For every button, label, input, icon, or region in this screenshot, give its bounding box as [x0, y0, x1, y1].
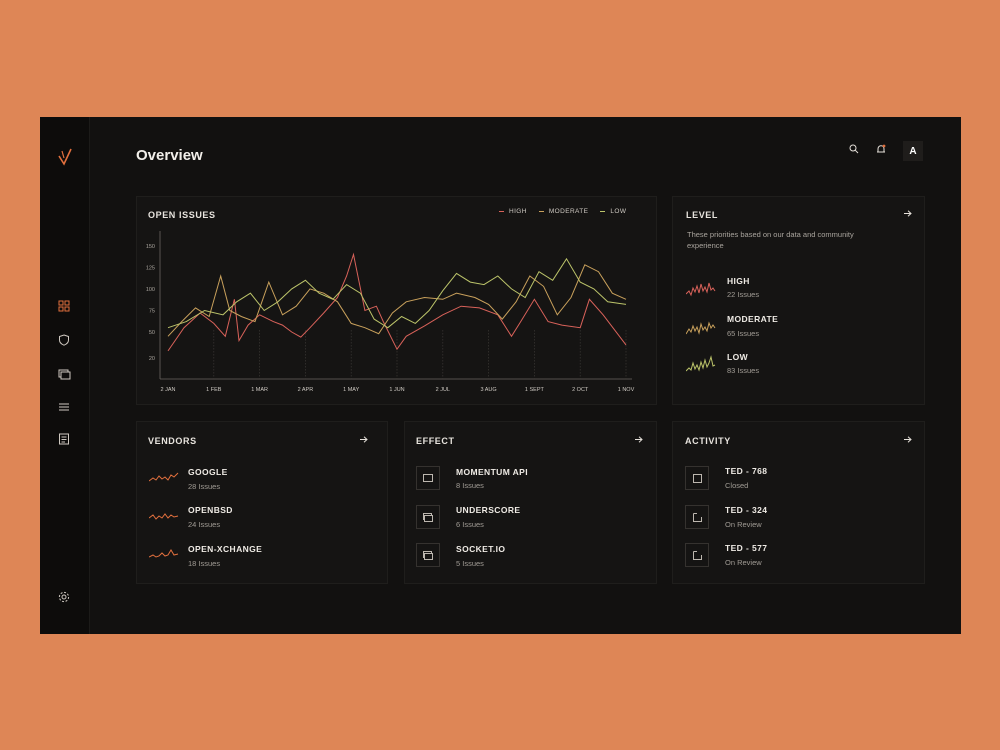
x-tick-label: 2 JAN — [161, 387, 176, 393]
open-issues-title: OPEN ISSUES — [148, 210, 216, 220]
level-low-count: 83 Issues — [727, 366, 760, 375]
search-icon[interactable] — [849, 144, 859, 154]
legend-item-high: HIGH — [499, 208, 527, 215]
activity-arrow-icon[interactable] — [903, 435, 912, 444]
level-title: LEVEL — [686, 210, 719, 220]
effect-title: EFFECT — [416, 436, 455, 446]
google-trend-icon — [149, 472, 179, 482]
x-tick-label: 1 NOV — [618, 387, 635, 393]
shield-icon[interactable] — [57, 333, 71, 347]
level-low-name: LOW — [727, 352, 749, 362]
page-title: Overview — [136, 147, 203, 164]
y-tick-label: 150 — [146, 244, 155, 250]
high-sparkline-icon — [686, 282, 716, 297]
document-icon[interactable] — [57, 432, 71, 446]
x-tick-label: 2 OCT — [572, 387, 589, 393]
x-tick-label: 1 JUN — [389, 387, 404, 393]
stack-icon — [416, 543, 440, 567]
effect-arrow-icon[interactable] — [634, 435, 643, 444]
level-high-name: HIGH — [727, 276, 750, 286]
sidebar — [40, 117, 90, 634]
legend-item-moderate: MODERATE — [538, 208, 589, 215]
open-issues-chart: 20 50 75 100 125 150 2 JAN 1 FEB 1 MAR 2 APR 1 MAY… — [146, 231, 635, 393]
y-tick-label: 20 — [149, 356, 155, 362]
vendor-google-name[interactable]: GOOGLE — [188, 467, 228, 477]
bell-icon[interactable] — [876, 144, 886, 155]
activity-ted-324-name[interactable]: TED - 324 — [725, 505, 767, 515]
x-tick-label: 2 JUL — [436, 387, 450, 393]
activity-ted-577-status: On Review — [725, 558, 762, 567]
vendor-open-xchange-count: 18 Issues — [188, 559, 221, 568]
x-tick-label: 3 AUG — [480, 387, 496, 393]
x-tick-label: 1 SEPT — [525, 387, 545, 393]
avatar[interactable]: A — [903, 141, 923, 161]
low-sparkline-icon — [686, 355, 716, 372]
list-icon[interactable] — [57, 400, 71, 414]
level-moderate-name: MODERATE — [727, 314, 779, 324]
main-content: Overview A OPEN ISSUES HIGH MODERATE LOW… — [89, 117, 961, 634]
cards-icon[interactable] — [57, 367, 71, 381]
open-xchange-trend-icon — [149, 549, 179, 558]
corner-icon — [685, 543, 709, 567]
square-icon — [685, 466, 709, 490]
legend-label-moderate: MODERATE — [548, 208, 589, 215]
vendors-arrow-icon[interactable] — [359, 435, 368, 444]
y-tick-label: 125 — [146, 265, 155, 271]
vendor-google-count: 28 Issues — [188, 482, 221, 491]
vendor-open-xchange-name[interactable]: OPEN-XCHANGE — [188, 544, 262, 554]
activity-title: ACTIVITY — [685, 436, 731, 446]
openbsd-trend-icon — [149, 513, 179, 520]
activity-ted-768-status: Closed — [725, 481, 749, 490]
y-tick-label: 100 — [146, 287, 155, 293]
x-tick-label: 2 APR — [298, 387, 314, 393]
settings-icon[interactable] — [57, 590, 71, 604]
effect-underscore-name[interactable]: UNDERSCORE — [456, 505, 520, 515]
vendors-title: VENDORS — [148, 436, 197, 446]
effect-socket-io-count: 5 Issues — [456, 559, 484, 568]
vendor-openbsd-count: 24 Issues — [188, 520, 221, 529]
chart-legend: HIGH MODERATE LOW — [487, 208, 626, 215]
effect-momentum-api-count: 8 Issues — [456, 481, 484, 490]
level-moderate-count: 65 Issues — [727, 329, 760, 338]
y-tick-label: 50 — [149, 330, 155, 336]
activity-ted-324-status: On Review — [725, 520, 762, 529]
legend-swatch-high — [499, 211, 504, 212]
x-tick-label: 1 FEB — [206, 387, 222, 393]
app-window: Overview A OPEN ISSUES HIGH MODERATE LOW… — [40, 117, 961, 634]
y-tick-label: 75 — [149, 308, 155, 314]
legend-swatch-low — [600, 211, 606, 212]
window-icon — [416, 466, 440, 490]
moderate-sparkline-icon — [686, 321, 716, 335]
vendor-openbsd-name[interactable]: OPENBSD — [188, 505, 233, 515]
level-description: These priorities based on our data and c… — [687, 230, 854, 250]
legend-swatch-moderate — [538, 211, 544, 212]
legend-item-low: LOW — [600, 208, 626, 215]
x-tick-label: 1 MAR — [251, 387, 268, 393]
activity-ted-768-name[interactable]: TED - 768 — [725, 466, 767, 476]
activity-ted-577-name[interactable]: TED - 577 — [725, 543, 767, 553]
x-tick-label: 1 MAY — [343, 387, 359, 393]
stack-icon — [416, 505, 440, 529]
effect-underscore-count: 6 Issues — [456, 520, 484, 529]
effect-socket-io-name[interactable]: SOCKET.IO — [456, 544, 505, 554]
legend-label-high: HIGH — [509, 208, 527, 215]
grid-icon[interactable] — [57, 299, 71, 313]
series-line-moderate — [167, 264, 627, 337]
logo-icon[interactable] — [56, 147, 74, 167]
level-arrow-icon[interactable] — [903, 209, 912, 218]
level-high-count: 22 Issues — [727, 290, 760, 299]
corner-icon — [685, 505, 709, 529]
legend-label-low: LOW — [610, 208, 627, 215]
effect-momentum-api-name[interactable]: MOMENTUM API — [456, 467, 528, 477]
